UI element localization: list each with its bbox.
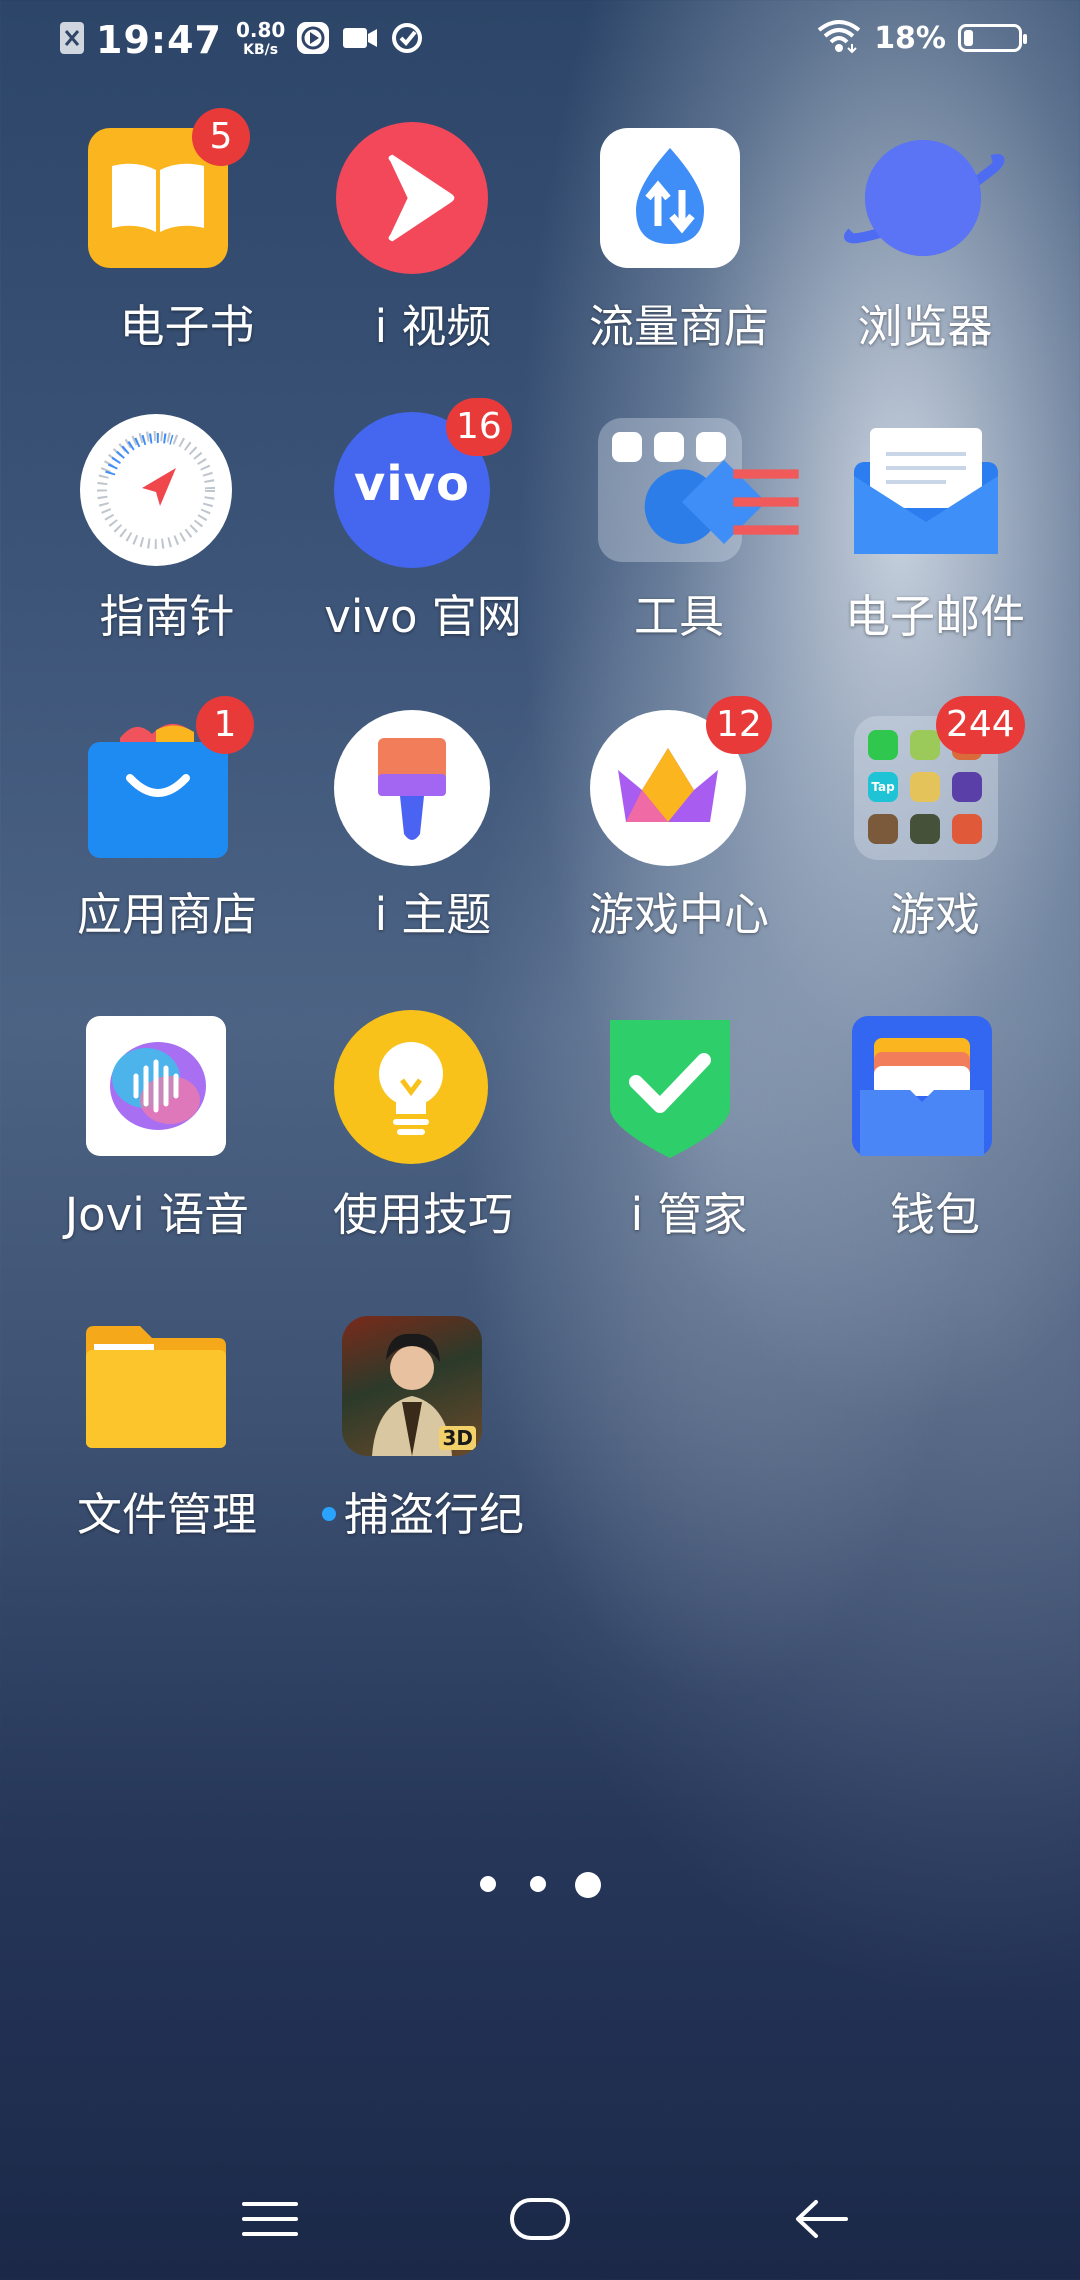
app-label: 捕盗行纪 xyxy=(343,1488,524,1541)
new-install-dot xyxy=(321,1507,336,1521)
back-icon[interactable] xyxy=(780,2186,860,2252)
status-bar-right: 18% xyxy=(816,18,1027,58)
app-email[interactable]: 电子邮件 xyxy=(845,418,1080,678)
page-indicator[interactable] xyxy=(480,1868,610,1898)
game-3d-tag: 3D xyxy=(439,1426,476,1450)
app-label: 钱包 xyxy=(889,1188,980,1241)
app-game-bdxj[interactable]: 3D 捕盗行纪 xyxy=(321,1316,598,1576)
app-label-row: 捕盗行纪 xyxy=(278,1478,568,1543)
network-speed-value: 0.80 xyxy=(235,18,286,42)
cloud-app-mini-icon xyxy=(612,432,720,544)
app-label: 应用商店 xyxy=(76,888,257,941)
taptap-mini-icon: Tap xyxy=(868,772,898,802)
file-folder-icon xyxy=(84,1324,228,1450)
notification-badge: 12 xyxy=(706,696,772,754)
game-mini-icon xyxy=(952,772,982,802)
app-label: 浏览器 xyxy=(857,300,993,353)
play-icon xyxy=(295,20,331,60)
home-icon[interactable] xyxy=(500,2186,580,2252)
app-label: 使用技巧 xyxy=(332,1188,513,1241)
folder-games[interactable]: Tap 244 游戏 xyxy=(854,696,1080,976)
app-label: vivo 官网 xyxy=(324,590,522,643)
wifi-icon xyxy=(816,18,862,58)
compass-icon xyxy=(80,414,232,566)
app-label: 电子邮件 xyxy=(844,590,1025,643)
game-mini-icon xyxy=(910,730,940,760)
vivo-logo-text: vivo xyxy=(353,456,470,512)
notes-app-mini-icon xyxy=(696,432,799,535)
tools-folder-icon xyxy=(598,418,799,562)
jovi-voice-icon xyxy=(86,1016,226,1156)
app-browser[interactable]: 浏览器 xyxy=(844,128,1080,388)
battery-icon xyxy=(958,24,1027,52)
sync-icon xyxy=(389,20,425,60)
status-bar-left: 19:47 0.80 KB/s xyxy=(58,18,425,62)
video-camera-icon xyxy=(341,23,379,57)
battery-level-fill xyxy=(964,30,973,46)
notification-badge: 16 xyxy=(446,398,512,456)
page-dot-3-current[interactable] xyxy=(575,1872,601,1898)
theme-brush-icon xyxy=(334,710,490,866)
menu-icon[interactable] xyxy=(230,2186,310,2252)
wechat-mini-icon xyxy=(868,730,898,760)
email-envelope-icon xyxy=(846,418,1006,558)
clock-time: 19:47 xyxy=(96,18,222,62)
wallet-icon xyxy=(852,1016,992,1156)
app-label: 游戏中心 xyxy=(588,888,769,941)
game-mini-icon xyxy=(868,814,898,844)
network-speed: 0.80 KB/s xyxy=(236,20,285,60)
transfer-app-mini-icon xyxy=(654,432,766,544)
app-label: Jovi 语音 xyxy=(64,1188,250,1241)
data-store-icon xyxy=(600,128,740,268)
game-character-icon: 3D xyxy=(342,1316,482,1456)
network-speed-unit: KB/s xyxy=(243,42,279,58)
notification-muted-icon xyxy=(58,20,86,60)
app-label: 指南针 xyxy=(99,590,235,643)
app-wallet[interactable]: 钱包 xyxy=(852,1016,1080,1276)
notification-badge: 5 xyxy=(192,108,250,166)
page-dot-2[interactable] xyxy=(530,1876,546,1892)
notification-badge: 244 xyxy=(936,696,1025,754)
game-mini-icon xyxy=(952,814,982,844)
app-label: 游戏 xyxy=(889,888,980,941)
battery-percent: 18% xyxy=(874,20,946,56)
notification-badge: 1 xyxy=(196,696,254,754)
tips-lightbulb-icon xyxy=(334,1010,488,1164)
page-dot-1[interactable] xyxy=(480,1876,496,1892)
security-shield-icon xyxy=(596,1012,744,1160)
navigation-bar xyxy=(0,2160,1080,2280)
app-label: 工具 xyxy=(633,590,724,643)
browser-planet-icon xyxy=(838,128,1008,268)
video-play-icon xyxy=(336,122,488,274)
app-label: 文件管理 xyxy=(76,1488,257,1541)
game-mini-icon xyxy=(910,772,940,802)
game-mini-icon xyxy=(910,814,940,844)
status-bar: 19:47 0.80 KB/s 18% xyxy=(0,0,1080,84)
